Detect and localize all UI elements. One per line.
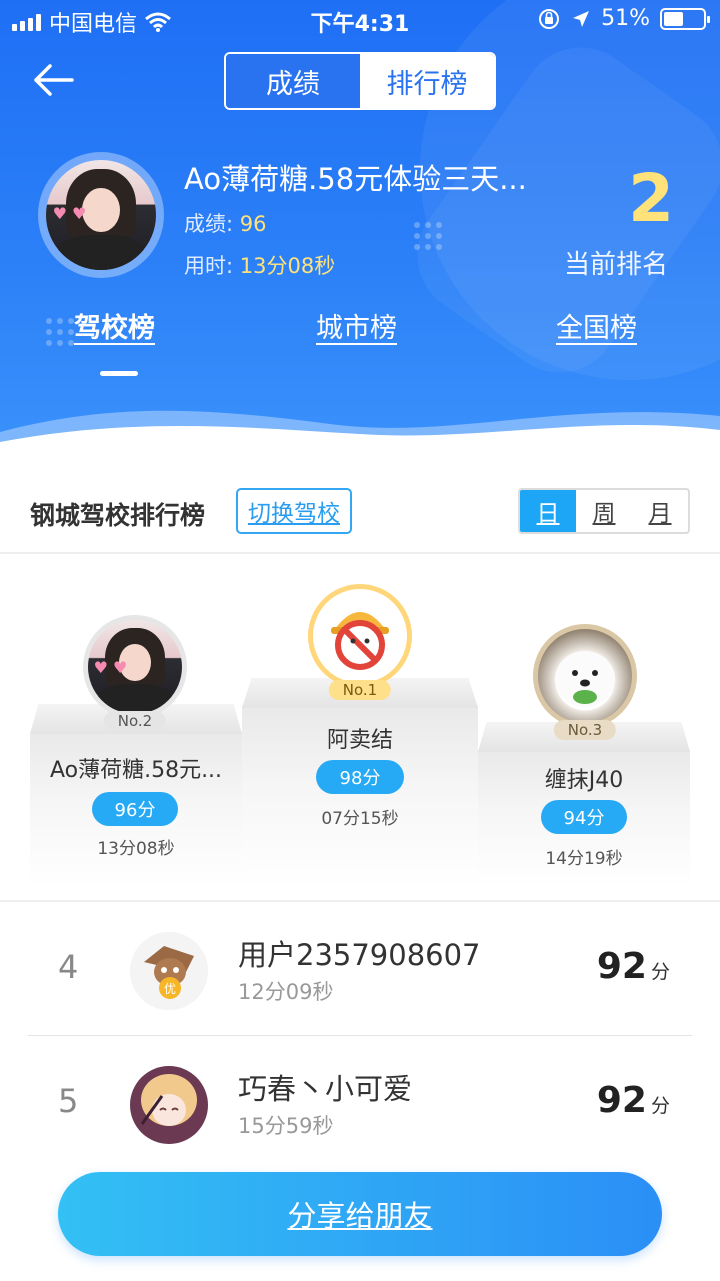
back-arrow-icon[interactable] (28, 60, 78, 100)
period-month[interactable]: 月 (632, 490, 688, 532)
podium-time-3rd: 14分19秒 (545, 849, 623, 869)
my-time-line: 用时: 13分08秒 (184, 250, 335, 280)
list-rank: 5 (58, 1082, 79, 1120)
list-item[interactable]: 5 巧春丶小可爱 15分59秒 92 分 (28, 1036, 692, 1170)
battery-percent: 51% (601, 6, 650, 31)
list-name: 用户2357908607 (238, 938, 481, 972)
podium-time-2nd: 13分08秒 (97, 839, 175, 859)
current-rank-value: 2 (628, 160, 674, 237)
tab-school-board[interactable]: 驾校榜 (74, 306, 155, 345)
period-week[interactable]: 周 (576, 490, 632, 532)
podium-score-1st: 98分 (316, 760, 404, 794)
podium-avatar-3rd[interactable]: No.3 (533, 624, 637, 740)
list-avatar: 优 (130, 932, 208, 1010)
my-score-label: 成绩: (184, 212, 234, 236)
dog-photo-icon (555, 651, 615, 707)
segment-ranking[interactable]: 排行榜 (360, 54, 494, 108)
switch-school-button[interactable]: 切换驾校 (236, 488, 352, 534)
school-bar: 钢城驾校排行榜 切换驾校 日 周 月 (0, 470, 720, 554)
tab-indicator (100, 371, 138, 376)
my-avatar: ♥ ♥ (38, 152, 164, 278)
list-time: 12分09秒 (238, 980, 334, 1004)
header: 中国电信 下午4:31 51% 成绩 排行榜 ♥ ♥ Ao薄荷糖.58元体验三天… (0, 0, 720, 450)
orientation-lock-icon (539, 8, 560, 29)
current-rank-label: 当前排名 (563, 250, 668, 280)
period-selector: 日 周 月 (518, 488, 690, 534)
podium-score-2nd: 96分 (92, 792, 178, 826)
segment-score[interactable]: 成绩 (226, 54, 360, 108)
podium-time-1st: 07分15秒 (321, 809, 399, 829)
svg-text:优: 优 (164, 982, 176, 996)
status-bar: 中国电信 下午4:31 51% (0, 0, 720, 40)
wave-decoration (0, 410, 720, 450)
cartoon-avatar-icon: 优 (130, 932, 208, 1010)
podium-name-2nd: Ao薄荷糖.58元... (49, 758, 223, 783)
my-time-label: 用时: (184, 254, 234, 278)
tab-city-board[interactable]: 城市榜 (316, 306, 397, 345)
rank-badge-2nd: No.2 (103, 711, 167, 731)
period-day[interactable]: 日 (520, 490, 576, 532)
location-icon (573, 10, 590, 27)
my-score-value: 96 (239, 212, 267, 236)
rank-badge-3rd: No.3 (553, 720, 617, 740)
podium-score-3rd: 94分 (541, 800, 627, 834)
list-rank: 4 (58, 948, 79, 986)
dots-decoration (414, 222, 442, 250)
segment-control: 成绩 排行榜 (224, 52, 496, 110)
my-score-line: 成绩: 96 (184, 208, 267, 238)
podium-name-3rd: 缠抹J40 (544, 768, 624, 793)
my-name: Ao薄荷糖.58元体验三天... (184, 162, 527, 196)
rank-badge-1st: No.1 (328, 680, 392, 700)
podium-name-1st: 阿卖结 (326, 728, 393, 753)
podium-avatar-1st[interactable]: No.1 (308, 584, 412, 700)
list-score: 92 分 (596, 946, 670, 987)
list-time: 15分59秒 (238, 1114, 334, 1138)
battery-icon (660, 7, 710, 30)
list-item[interactable]: 4 优 用户2357908607 12分09秒 92 分 (28, 902, 692, 1036)
list-name: 巧春丶小可爱 (238, 1072, 413, 1106)
list-avatar (130, 1066, 208, 1144)
share-button[interactable]: 分享给朋友 (58, 1172, 662, 1256)
podium-avatar-2nd[interactable]: ♥ ♥ No.2 (83, 615, 187, 731)
board-tabs: 驾校榜 城市榜 全国榜 (0, 306, 720, 356)
my-time-value: 13分08秒 (239, 254, 336, 278)
school-title: 钢城驾校排行榜 (30, 501, 206, 530)
list-score: 92 分 (596, 1080, 670, 1121)
tab-national-board[interactable]: 全国榜 (556, 306, 637, 345)
podium: ♥ ♥ No.2 No.1 No.3 Ao薄荷糖.58元... 96分 13分0… (0, 556, 720, 900)
anime-avatar-icon (130, 1066, 208, 1144)
no-sign-cartoon-icon (331, 612, 389, 670)
